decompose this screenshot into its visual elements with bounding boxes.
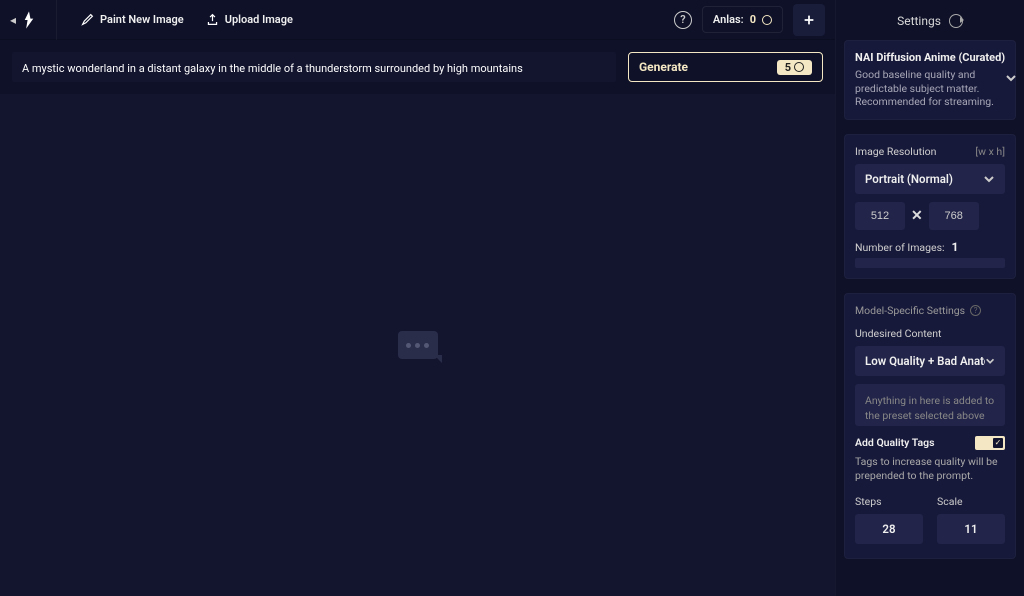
scale-value[interactable]: 11 — [937, 514, 1005, 544]
anlas-balance[interactable]: Anlas: 0 — [702, 6, 783, 33]
model-title: NAI Diffusion Anime (Curated) — [855, 51, 1005, 64]
undesired-select[interactable]: Low Quality + Bad Anatomy — [855, 346, 1005, 376]
height-input[interactable] — [929, 202, 979, 230]
chevron-down-icon — [985, 355, 995, 367]
help-icon[interactable]: ? — [674, 11, 692, 29]
app-logo-icon — [20, 10, 38, 30]
steps-value[interactable]: 28 — [855, 514, 923, 544]
back-button[interactable]: ◂ — [10, 13, 16, 27]
quality-tags-label: Add Quality Tags — [855, 436, 934, 449]
canvas-area — [0, 94, 835, 596]
info-icon[interactable]: ? — [970, 305, 981, 316]
undesired-label: Undesired Content — [855, 327, 941, 340]
model-specific-label: Model-Specific Settings — [855, 304, 965, 317]
reset-icon[interactable] — [949, 14, 963, 28]
settings-title: Settings — [897, 14, 941, 28]
generate-button[interactable]: Generate 5 — [628, 52, 823, 82]
upload-label: Upload Image — [225, 13, 293, 26]
topbar: ◂ Paint New Image Upload Image ? — [0, 0, 835, 40]
quality-tags-desc: Tags to increase quality will be prepend… — [855, 455, 1005, 483]
chevron-down-icon[interactable] — [1005, 72, 1017, 87]
settings-sidebar: Settings NAI Diffusion Anime (Curated) G… — [835, 0, 1024, 596]
resolution-panel: Image Resolution [w x h] Portrait (Norma… — [844, 134, 1016, 279]
resolution-select[interactable]: Portrait (Normal) — [855, 164, 1005, 194]
undesired-textarea[interactable]: Anything in here is added to the preset … — [855, 384, 1005, 426]
chevron-down-icon — [983, 173, 995, 185]
times-icon: ✕ — [911, 208, 923, 224]
coin-icon — [762, 15, 772, 25]
width-input[interactable] — [855, 202, 905, 230]
upload-image-button[interactable]: Upload Image — [200, 9, 299, 30]
upload-icon — [206, 13, 219, 26]
check-icon: ✓ — [993, 438, 1003, 448]
resolution-hint: [w x h] — [975, 145, 1005, 158]
generate-label: Generate — [639, 60, 688, 74]
model-specific-panel: Model-Specific Settings ? Undesired Cont… — [844, 293, 1016, 559]
prompt-row: Generate 5 — [0, 40, 835, 94]
loading-indicator — [398, 331, 438, 359]
anlas-value: 0 — [750, 13, 756, 26]
plus-icon — [802, 13, 816, 27]
coin-icon — [794, 62, 804, 72]
anlas-label: Anlas: — [713, 13, 744, 26]
model-panel[interactable]: NAI Diffusion Anime (Curated) Good basel… — [844, 40, 1016, 120]
num-images-slider[interactable] — [855, 258, 1005, 268]
resolution-label: Image Resolution — [855, 145, 936, 158]
paint-new-image-button[interactable]: Paint New Image — [75, 9, 190, 30]
scale-label: Scale — [937, 495, 1005, 508]
model-desc: Good baseline quality and predictable su… — [855, 68, 1005, 109]
paint-label: Paint New Image — [100, 13, 184, 26]
quality-tags-toggle[interactable]: ✓ — [975, 436, 1005, 450]
generate-cost: 5 — [777, 60, 812, 75]
brush-icon — [81, 13, 94, 26]
num-images-label: Number of Images: — [855, 241, 945, 254]
prompt-input[interactable] — [12, 52, 616, 82]
add-button[interactable] — [793, 4, 825, 36]
num-images-value: 1 — [952, 240, 959, 254]
steps-label: Steps — [855, 495, 923, 508]
